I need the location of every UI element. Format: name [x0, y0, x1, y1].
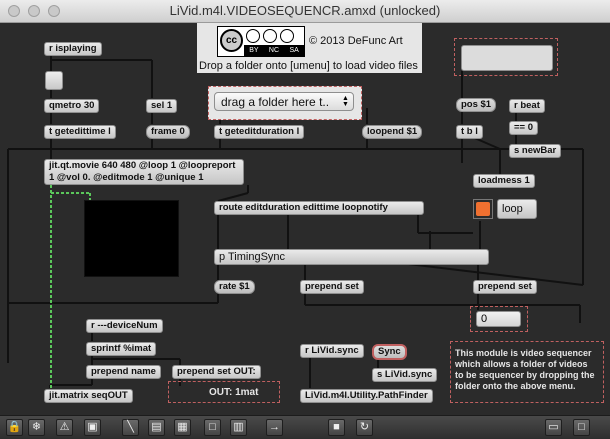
s-newbar-object[interactable]: s newBar [509, 144, 562, 158]
loadmess-object[interactable]: loadmess 1 [473, 174, 535, 188]
inspector-icon[interactable]: ▤ [148, 419, 165, 436]
loop-toggle[interactable] [473, 199, 493, 219]
fullscreen-icon[interactable]: □ [573, 419, 590, 436]
route-object[interactable]: route editduration edittime loopnotify [214, 201, 424, 215]
warning-icon[interactable]: ⚠ [56, 419, 73, 436]
rate-message[interactable]: rate $1 [214, 280, 255, 294]
module-description-comment: This module is video sequencer which all… [455, 348, 595, 391]
patch-cords-icon[interactable]: ╲ [122, 419, 139, 436]
patcher-canvas[interactable]: cc BY NC SA © 2013 DeFunc Art Drop a fol… [0, 23, 610, 415]
frame-message[interactable]: frame 0 [146, 125, 190, 139]
number-value: 0 [481, 313, 488, 325]
r-devicenum-object[interactable]: r ---deviceNum [86, 319, 163, 333]
sync-message[interactable]: Sync [372, 344, 407, 360]
t-bl-object[interactable]: t b l [456, 125, 483, 139]
s-livid-sync-object[interactable]: s LiVid.sync [372, 368, 438, 382]
sel-object[interactable]: sel 1 [146, 99, 178, 113]
debug-icon[interactable]: → [266, 419, 283, 436]
refresh-icon[interactable]: ↻ [356, 419, 373, 436]
t-getedittime-object[interactable]: t getedittime l [44, 125, 116, 139]
prepend-set-object-2[interactable]: prepend set [473, 280, 537, 294]
presentation-icon[interactable]: □ [204, 419, 221, 436]
prepend-set-object-1[interactable]: prepend set [300, 280, 364, 294]
prepend-name-object[interactable]: prepend name [86, 365, 161, 379]
sprintf-object[interactable]: sprintf %imat [86, 342, 157, 356]
isplaying-toggle[interactable] [45, 71, 63, 90]
fix-icon[interactable]: ■ [328, 419, 345, 436]
r-isplaying-object[interactable]: r isplaying [44, 42, 102, 56]
loopend-message[interactable]: loopend $1 [362, 125, 423, 139]
snowflake-icon[interactable]: ❄ [28, 419, 45, 436]
split-view-icon[interactable]: ▭ [545, 419, 562, 436]
patcher-toolbar: 🔒 ❄ ⚠ ▣ ╲ ▤ ▦ □ ▥ → ■ ↻ ▭ □ [0, 415, 610, 439]
window-title: LiVid.m4l.VIDEOSEQUENCR.amxd (unlocked) [169, 3, 441, 18]
r-livid-sync-object[interactable]: r LiVid.sync [300, 344, 364, 358]
r-beat-object[interactable]: r beat [509, 99, 545, 113]
jit-qt-movie-object[interactable]: jit.qt.movie 640 480 @loop 1 @loopreport… [44, 159, 244, 185]
position-number-box[interactable]: 0 [476, 311, 521, 327]
jit-matrix-object[interactable]: jit.matrix seqOUT [44, 389, 133, 403]
grid-icon[interactable]: ▦ [174, 419, 191, 436]
pos-message[interactable]: pos $1 [456, 98, 497, 112]
align-icon[interactable]: ▥ [230, 419, 247, 436]
loop-label: loop [497, 199, 537, 219]
lock-icon[interactable]: 🔒 [6, 419, 23, 436]
prepend-set-out-object[interactable]: prepend set OUT: [172, 365, 261, 379]
jit-movie-line2: 1 @vol 0. @editmode 1 @unique 1 [49, 172, 204, 183]
out-message[interactable]: OUT: 1mat [209, 387, 258, 398]
timingsync-subpatcher[interactable]: p TimingSync [214, 249, 489, 265]
pathfinder-bpatcher[interactable]: LiVid.m4l.Utility.PathFinder [300, 389, 433, 403]
equals-zero-object[interactable]: == 0 [509, 121, 539, 135]
new-object-icon[interactable]: ▣ [84, 419, 101, 436]
jit-movie-line1: jit.qt.movie 640 480 @loop 1 @loopreport [49, 160, 236, 171]
video-preview-window[interactable] [84, 200, 179, 277]
window-titlebar: LiVid.m4l.VIDEOSEQUENCR.amxd (unlocked) [0, 0, 610, 23]
qmetro-object[interactable]: qmetro 30 [44, 99, 100, 113]
t-geteditduration-object[interactable]: t geteditduration l [214, 125, 305, 139]
